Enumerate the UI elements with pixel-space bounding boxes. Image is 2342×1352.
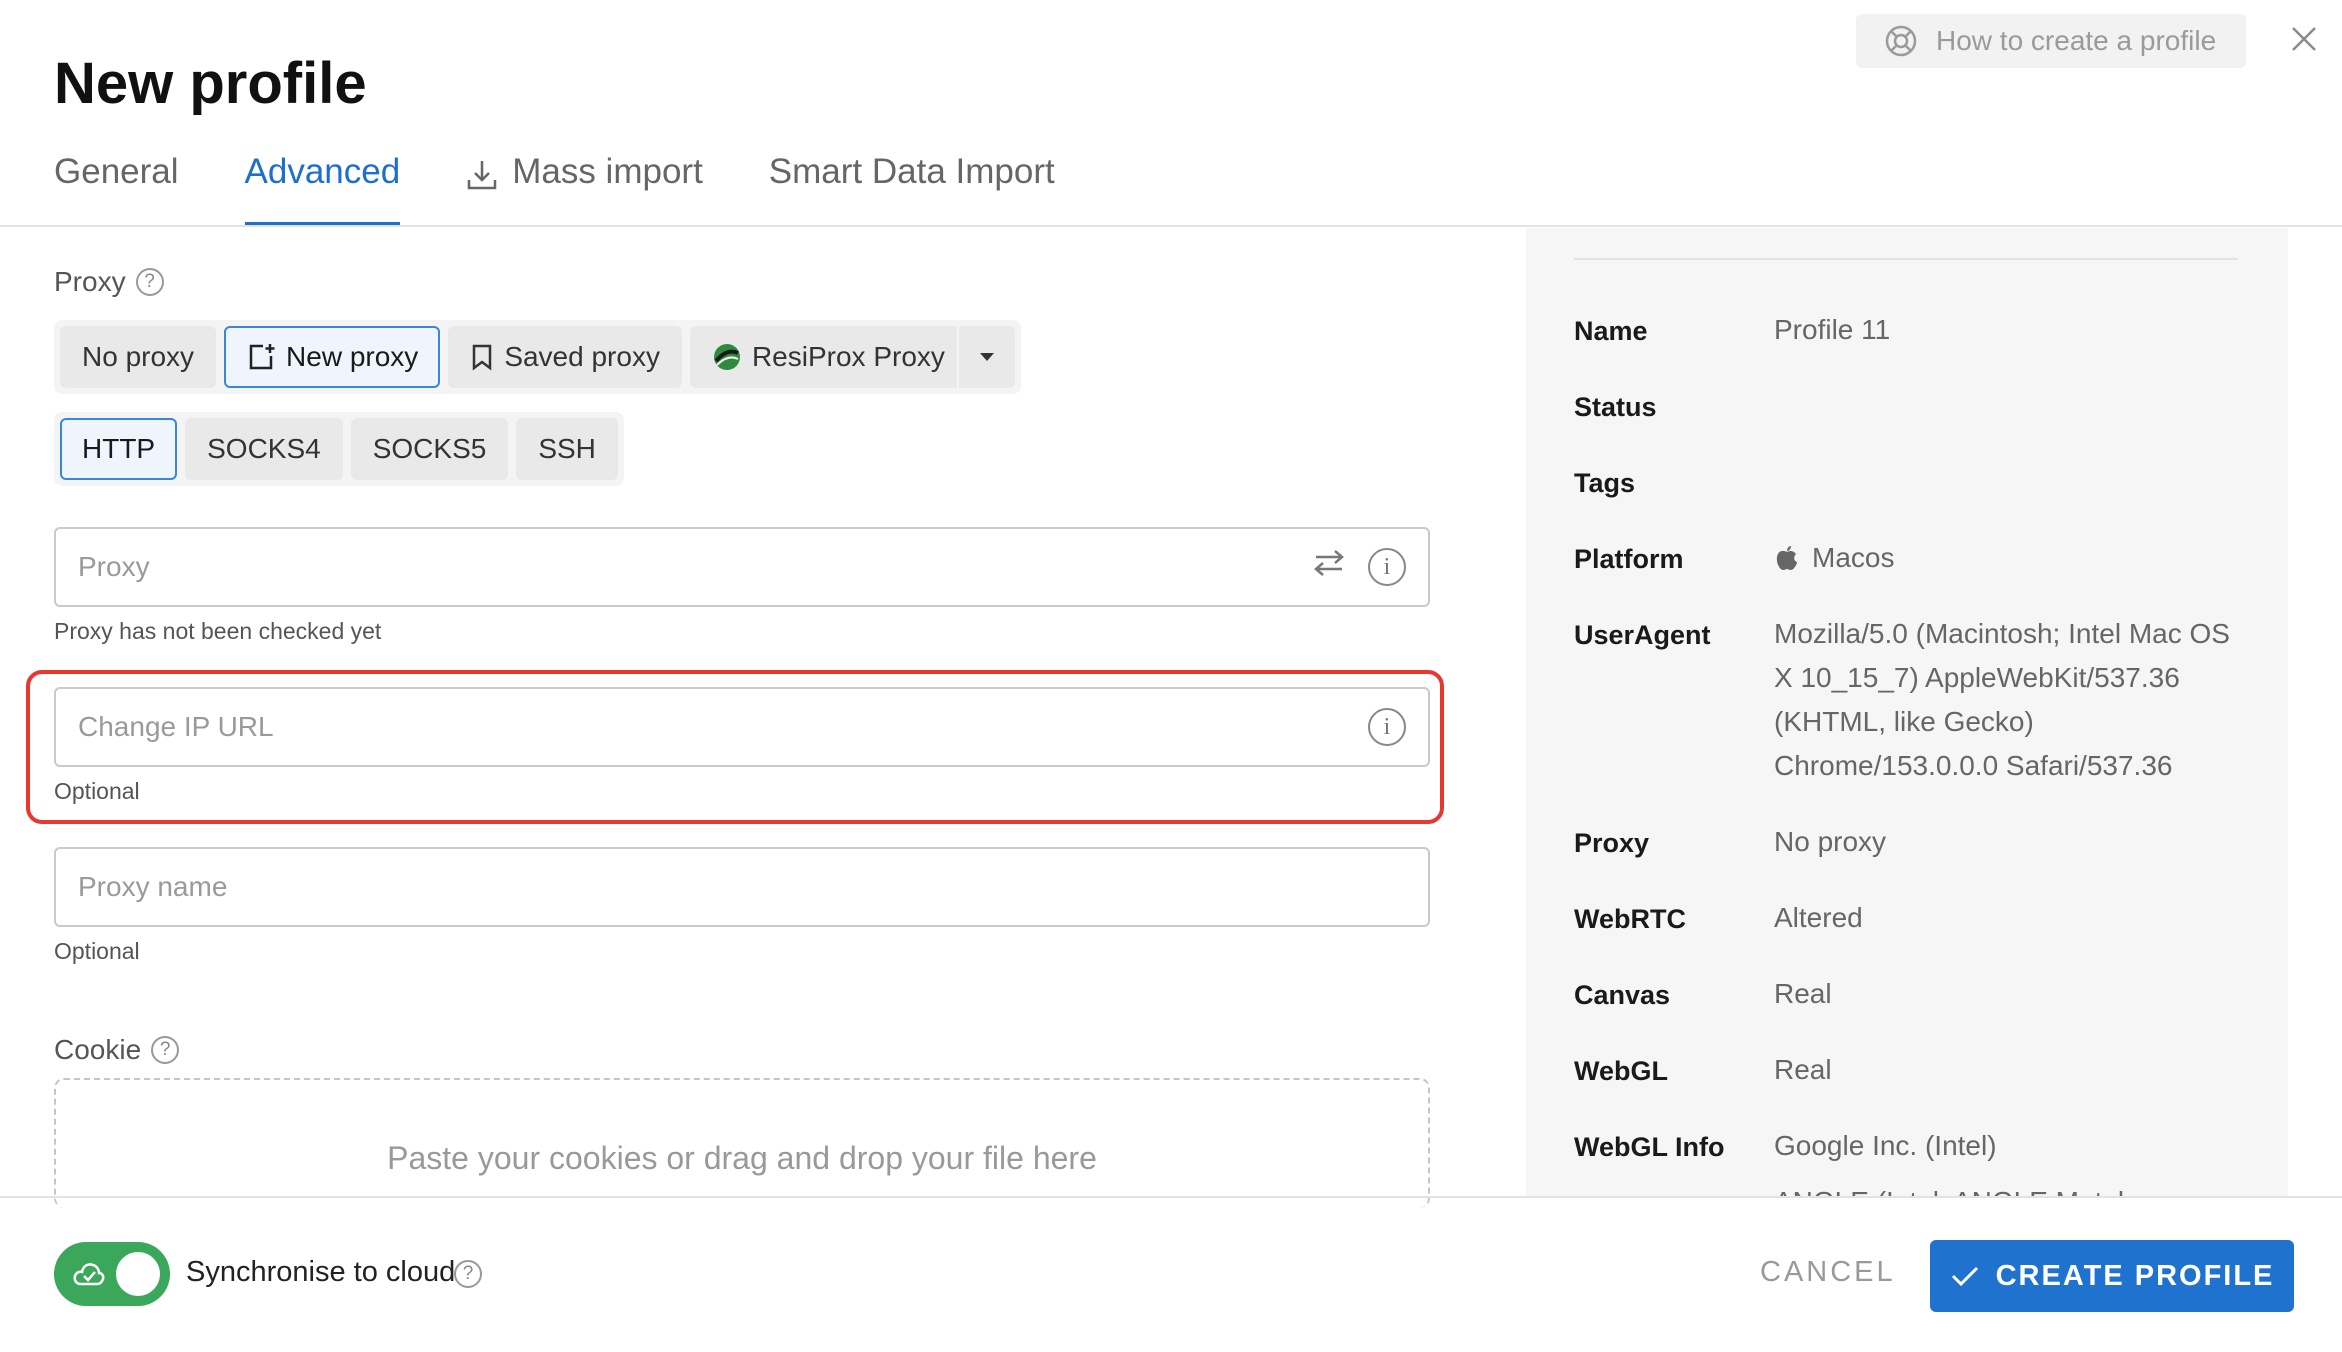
proxy-provider-dropdown[interactable]: [958, 326, 1015, 388]
summary-key-webrtc: WebRTC: [1574, 904, 1686, 934]
sync-help-icon[interactable]: ?: [454, 1260, 482, 1288]
proxy-field: i: [54, 527, 1430, 607]
summary-value-webgl: Real: [1774, 1054, 1832, 1085]
summary-value-proxy: No proxy: [1774, 826, 1887, 857]
download-icon: [467, 161, 497, 190]
webgl-info-clip: ANGLE (Intel, ANGLE Metal: [1774, 1168, 2244, 1196]
resiprox-logo-icon: [713, 344, 740, 370]
change-ip-url-hint: Optional: [54, 778, 140, 804]
tab-mass-import[interactable]: Mass import: [466, 140, 703, 226]
cloud-check-icon: [73, 1263, 105, 1286]
proxy-name-input[interactable]: [78, 871, 1406, 903]
summary-key-proxy: Proxy: [1574, 828, 1650, 858]
new-proxy-button[interactable]: New proxy: [224, 326, 441, 388]
bookmark-icon: [473, 344, 492, 371]
summary-value-canvas: Real: [1774, 978, 1832, 1009]
how-to-create-profile-button[interactable]: How to create a profile: [1856, 14, 2246, 68]
summary-key-canvas: Canvas: [1574, 980, 1671, 1010]
proxy-type-ssh[interactable]: SSH: [516, 418, 618, 480]
proxy-type-http[interactable]: HTTP: [60, 418, 178, 480]
panel-divider: [1574, 258, 2238, 260]
close-button[interactable]: [2284, 20, 2324, 60]
resiprox-proxy-button[interactable]: ResiProx Proxy: [689, 326, 957, 388]
cookie-dropzone[interactable]: Paste your cookies or drag and drop your…: [54, 1078, 1430, 1208]
summary-value-platform: Macos: [1774, 536, 2244, 580]
summary-key-status: Status: [1574, 392, 1657, 422]
sync-cloud-toggle[interactable]: [54, 1242, 170, 1306]
proxy-help-icon[interactable]: ?: [135, 268, 164, 296]
summary-key-platform: Platform: [1574, 544, 1684, 574]
create-profile-button[interactable]: CREATE PROFILE: [1930, 1240, 2294, 1312]
tabs-divider: [0, 225, 2342, 227]
summary-value-useragent: Mozilla/5.0 (Macintosh; Intel Mac OS X 1…: [1774, 618, 2230, 781]
cookie-help-icon[interactable]: ?: [151, 1036, 180, 1064]
swap-icon[interactable]: [1312, 548, 1346, 587]
proxy-type-socks5[interactable]: SOCKS5: [350, 418, 509, 480]
help-label: How to create a profile: [1936, 25, 2217, 56]
proxy-name-hint: Optional: [54, 938, 140, 964]
proxy-input[interactable]: [78, 551, 1312, 583]
footer-divider: [0, 1196, 2342, 1198]
no-proxy-button[interactable]: No proxy: [60, 326, 217, 388]
page-title: New profile: [54, 51, 367, 116]
summary-value-name: Profile 11: [1774, 314, 1891, 345]
apple-icon: [1776, 546, 1797, 570]
check-icon: [1951, 1266, 1978, 1287]
proxy-info-icon[interactable]: i: [1368, 548, 1406, 586]
summary-value-webrtc: Altered: [1774, 902, 1863, 933]
change-ip-url-input[interactable]: [78, 711, 1368, 743]
proxy-name-field: [54, 847, 1430, 927]
tab-general[interactable]: General: [54, 140, 179, 226]
cancel-button[interactable]: CANCEL: [1760, 1256, 1896, 1289]
summary-key-name: Name: [1574, 316, 1648, 346]
lifebuoy-icon: [1885, 25, 1917, 57]
cookie-section-label: Cookie ?: [54, 1034, 180, 1066]
caret-down-icon: [979, 353, 994, 361]
proxy-type-socks4[interactable]: SOCKS4: [185, 418, 343, 480]
add-note-icon: [249, 344, 275, 370]
saved-proxy-button[interactable]: Saved proxy: [448, 326, 682, 388]
change-ip-info-icon[interactable]: i: [1368, 708, 1406, 746]
tab-advanced[interactable]: Advanced: [244, 140, 401, 226]
toggle-knob: [116, 1252, 160, 1296]
proxy-mode-selector: No proxy New proxy Saved proxy ResiProx …: [54, 320, 1021, 394]
tab-smart-data-import[interactable]: Smart Data Import: [769, 140, 1055, 226]
summary-value-webgl-info: Google Inc. (Intel): [1774, 1130, 1997, 1161]
close-icon: [2292, 27, 2316, 51]
proxy-check-status: Proxy has not been checked yet: [54, 618, 382, 644]
change-ip-url-field: i: [54, 687, 1430, 767]
proxy-section-label: Proxy ?: [54, 266, 164, 298]
summary-key-webgl-info: WebGL Info: [1574, 1132, 1725, 1162]
tab-bar: General Advanced Mass import Smart Data …: [54, 140, 1121, 226]
summary-key-tags: Tags: [1574, 468, 1636, 498]
summary-value-webgl-info-continued: ANGLE (Intel, ANGLE Metal: [1774, 1180, 2244, 1196]
summary-key-useragent: UserAgent: [1574, 620, 1711, 650]
summary-key-webgl: WebGL: [1574, 1056, 1668, 1086]
sync-cloud-label: Synchronise to cloud: [186, 1256, 456, 1288]
proxy-type-selector: HTTP SOCKS4 SOCKS5 SSH: [54, 412, 624, 486]
